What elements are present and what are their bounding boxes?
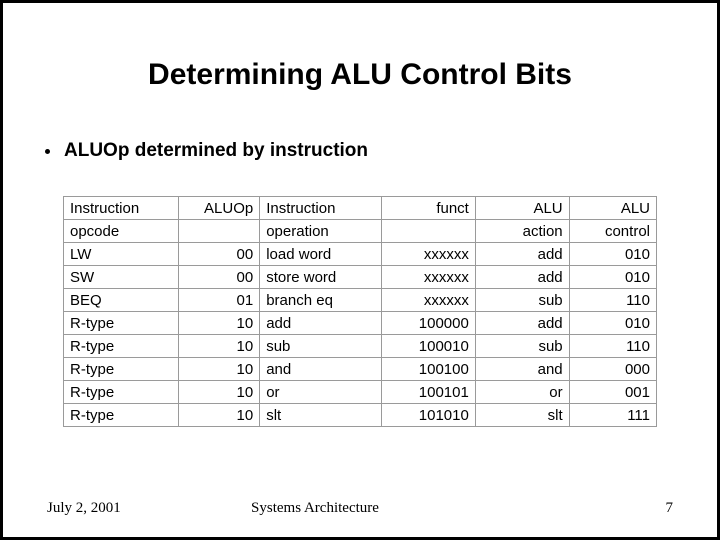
cell-ctrl: 110 [569,289,656,312]
cell-op: store word [260,266,382,289]
bullet-text: ALUOp determined by instruction [64,140,368,162]
cell-aluop: 10 [179,335,260,358]
table-row: R-type10sub100010sub110 [64,335,657,358]
cell-op: slt [260,404,382,427]
cell-ctrl: 010 [569,312,656,335]
cell-action: sub [475,335,569,358]
hdr-action-b: action [475,220,569,243]
hdr-instr-a: Instruction [64,197,179,220]
cell-ctrl: 010 [569,243,656,266]
table-header-row-1: Instruction ALUOp Instruction funct ALU … [64,197,657,220]
hdr-op-a: Instruction [260,197,382,220]
cell-ctrl: 110 [569,335,656,358]
hdr-aluop: ALUOp [179,197,260,220]
hdr-op-b: operation [260,220,382,243]
cell-funct: 100010 [382,335,476,358]
cell-ctrl: 001 [569,381,656,404]
hdr-instr-b: opcode [64,220,179,243]
cell-funct: 100100 [382,358,476,381]
hdr-ctrl-b: control [569,220,656,243]
bullet-item: ALUOp determined by instruction [45,140,717,162]
hdr-funct: funct [382,197,476,220]
cell-aluop: 00 [179,266,260,289]
cell-funct: xxxxxx [382,266,476,289]
cell-funct: xxxxxx [382,289,476,312]
cell-instr: R-type [64,381,179,404]
hdr-action-a: ALU [475,197,569,220]
hdr-ctrl-a: ALU [569,197,656,220]
cell-aluop: 10 [179,312,260,335]
cell-aluop: 01 [179,289,260,312]
slide-frame: Determining ALU Control Bits ALUOp deter… [0,0,720,540]
cell-action: add [475,266,569,289]
footer-course: Systems Architecture [0,500,717,517]
cell-op: add [260,312,382,335]
hdr-funct-b [382,220,476,243]
cell-aluop: 10 [179,404,260,427]
cell-instr: BEQ [64,289,179,312]
cell-op: branch eq [260,289,382,312]
cell-op: sub [260,335,382,358]
slide-footer: July 2, 2001 Systems Architecture 7 [3,500,717,517]
cell-funct: 100000 [382,312,476,335]
hdr-aluop-b [179,220,260,243]
table-row: R-type10and100100and000 [64,358,657,381]
table-header-row-2: opcode operation action control [64,220,657,243]
cell-aluop: 10 [179,358,260,381]
alu-table: Instruction ALUOp Instruction funct ALU … [63,196,657,427]
bullet-icon [45,149,50,154]
cell-op: load word [260,243,382,266]
table-row: BEQ01branch eqxxxxxxsub110 [64,289,657,312]
cell-instr: R-type [64,312,179,335]
cell-action: or [475,381,569,404]
cell-aluop: 00 [179,243,260,266]
cell-funct: 100101 [382,381,476,404]
cell-instr: R-type [64,404,179,427]
cell-ctrl: 010 [569,266,656,289]
cell-funct: 101010 [382,404,476,427]
table-row: R-type10add100000add010 [64,312,657,335]
cell-ctrl: 111 [569,404,656,427]
table-row: SW00store wordxxxxxxadd010 [64,266,657,289]
table-row: R-type10or100101or001 [64,381,657,404]
cell-aluop: 10 [179,381,260,404]
cell-action: sub [475,289,569,312]
cell-instr: R-type [64,358,179,381]
cell-ctrl: 000 [569,358,656,381]
cell-action: add [475,312,569,335]
alu-table-wrap: Instruction ALUOp Instruction funct ALU … [63,196,657,427]
cell-action: add [475,243,569,266]
table-row: R-type10slt101010slt111 [64,404,657,427]
cell-instr: SW [64,266,179,289]
cell-action: and [475,358,569,381]
cell-action: slt [475,404,569,427]
slide-title: Determining ALU Control Bits [3,58,717,92]
cell-instr: LW [64,243,179,266]
cell-funct: xxxxxx [382,243,476,266]
table-row: LW00load wordxxxxxxadd010 [64,243,657,266]
cell-op: and [260,358,382,381]
cell-instr: R-type [64,335,179,358]
cell-op: or [260,381,382,404]
